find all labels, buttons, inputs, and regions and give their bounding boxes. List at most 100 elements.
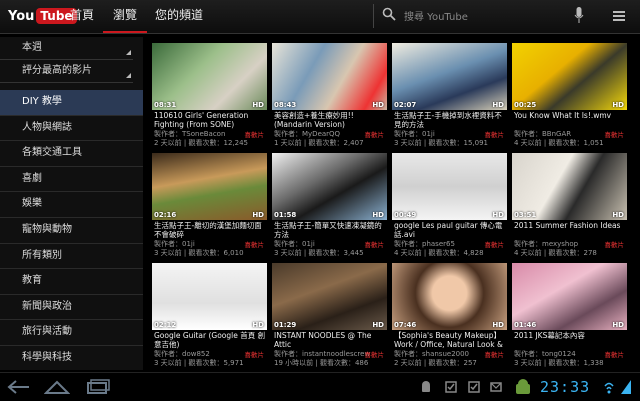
video-title[interactable]: 生活點子王-簡單又快速凍凝鏡的方法 bbox=[274, 221, 387, 239]
video-stats: 19 小時以前 | 觀看次數：486 bbox=[274, 359, 369, 367]
video-thumbnail[interactable]: 01:46 HD bbox=[512, 263, 627, 330]
category-sidebar: 本週 評分最高的影片 DIY 教學 人物與網誌 各類交通工具 喜劇 娛樂 寵物與… bbox=[0, 37, 143, 370]
tab-my-channel[interactable]: 您的頻道 bbox=[145, 0, 213, 31]
video-thumbnail[interactable]: 07:46 HD bbox=[392, 263, 507, 330]
android-notification-icon[interactable] bbox=[420, 381, 432, 393]
video-stats: 3 天以前 | 觀看次數：5,971 bbox=[154, 359, 244, 367]
video-card[interactable]: 02:12 HD Google Guitar (Google 首頁 創意吉他) … bbox=[152, 263, 267, 368]
hd-badge: HD bbox=[372, 321, 384, 329]
download-done-icon-2[interactable] bbox=[468, 381, 480, 393]
tab-home[interactable]: 首頁 bbox=[60, 0, 104, 31]
hd-badge: HD bbox=[492, 101, 504, 109]
video-duration: 03:51 bbox=[514, 211, 537, 219]
hd-badge: HD bbox=[612, 211, 624, 219]
video-title[interactable]: INSTANT NOODLES @ The Attic bbox=[274, 331, 387, 349]
video-duration: 08:31 bbox=[154, 101, 177, 109]
video-card[interactable]: 00:25 HD You Know What It Is!.wmv 製作者：BB… bbox=[512, 43, 627, 148]
video-card[interactable]: 02:07 HD 生活點子王-手機掉到水裡資料不見的方法 製作者：01ji 喜歡… bbox=[392, 43, 507, 148]
category-item[interactable]: 娛樂 bbox=[0, 192, 143, 218]
microphone-icon[interactable] bbox=[574, 7, 584, 25]
video-title[interactable]: google Les paul guitar 傳心電話.avi bbox=[394, 221, 507, 239]
video-thumbnail[interactable]: 01:29 HD bbox=[272, 263, 387, 330]
video-thumbnail[interactable]: 08:31 HD bbox=[152, 43, 267, 110]
video-flag: 喜歡片 bbox=[484, 241, 505, 249]
video-title[interactable]: You Know What It Is!.wmv bbox=[514, 111, 627, 129]
time-filter-label: 本週 bbox=[22, 42, 42, 53]
hd-badge: HD bbox=[252, 211, 264, 219]
category-item[interactable]: DIY 教學 bbox=[0, 90, 143, 116]
hd-badge: HD bbox=[492, 211, 504, 219]
video-thumbnail[interactable]: 02:07 HD bbox=[392, 43, 507, 110]
video-thumbnail[interactable]: 00:25 HD bbox=[512, 43, 627, 110]
search-placeholder: 搜尋 YouTube bbox=[404, 12, 468, 23]
video-card[interactable]: 03:51 HD 2011 Summer Fashion Ideas 製作者：m… bbox=[512, 153, 627, 258]
wifi-icon bbox=[604, 382, 614, 394]
logo-you: You bbox=[8, 8, 35, 24]
search-box[interactable]: 搜尋 YouTube bbox=[373, 4, 604, 28]
video-card[interactable]: 01:46 HD 2011 JKS幕記本內容 製作者：tong0124 喜歡片 … bbox=[512, 263, 627, 368]
video-card[interactable]: 01:58 HD 生活點子王-簡單又快速凍凝鏡的方法 製作者：01ji 喜歡片 … bbox=[272, 153, 387, 258]
category-item[interactable]: 新聞與政治 bbox=[0, 295, 143, 321]
video-card[interactable]: 00:49 HD google Les paul guitar 傳心電話.avi… bbox=[392, 153, 507, 258]
category-item[interactable]: 寵物與動物 bbox=[0, 218, 143, 244]
recent-apps-icon[interactable] bbox=[86, 379, 110, 395]
video-flag: 喜歡片 bbox=[604, 351, 625, 359]
video-duration: 02:07 bbox=[394, 101, 417, 109]
video-duration: 02:16 bbox=[154, 211, 177, 219]
video-thumbnail[interactable]: 03:51 HD bbox=[512, 153, 627, 220]
category-item[interactable]: 旅行與活動 bbox=[0, 320, 143, 346]
video-flag: 喜歡片 bbox=[244, 241, 265, 249]
action-bar: You Tube 首頁 瀏覽 您的頻道 搜尋 YouTube bbox=[0, 0, 640, 34]
video-stats: 3 天以前 | 觀看次數：1,338 bbox=[514, 359, 604, 367]
video-flag: 喜歡片 bbox=[364, 131, 385, 139]
video-thumbnail[interactable]: 00:49 HD bbox=[392, 153, 507, 220]
overflow-menu-icon[interactable] bbox=[612, 9, 626, 23]
video-title[interactable]: Google Guitar (Google 首頁 創意吉他) bbox=[154, 331, 267, 349]
video-thumbnail[interactable]: 02:12 HD bbox=[152, 263, 267, 330]
video-stats: 2 天以前 | 觀看次數：257 bbox=[394, 359, 477, 367]
video-card[interactable]: 08:43 HD 美容創造+養生療妙用!!(Mandarin Version) … bbox=[272, 43, 387, 148]
video-duration: 01:58 bbox=[274, 211, 297, 219]
category-item[interactable]: 所有類別 bbox=[0, 244, 143, 270]
sort-filter-dropdown[interactable]: 評分最高的影片 bbox=[0, 60, 133, 83]
video-thumbnail[interactable]: 02:16 HD bbox=[152, 153, 267, 220]
video-duration: 00:25 bbox=[514, 101, 537, 109]
video-card[interactable]: 01:29 HD INSTANT NOODLES @ The Attic 製作者… bbox=[272, 263, 387, 368]
category-item[interactable]: 人物與網誌 bbox=[0, 116, 143, 142]
hd-badge: HD bbox=[492, 321, 504, 329]
home-icon[interactable] bbox=[44, 379, 70, 395]
sort-filter-label: 評分最高的影片 bbox=[22, 65, 92, 76]
video-title[interactable]: 2011 JKS幕記本內容 bbox=[514, 331, 627, 349]
tab-browse[interactable]: 瀏覽 bbox=[103, 0, 148, 33]
video-card[interactable]: 07:46 HD 【Sophia's Beauty Makeup】Work / … bbox=[392, 263, 507, 368]
video-stats: 4 天以前 | 觀看次數：4,828 bbox=[394, 249, 484, 257]
back-icon[interactable] bbox=[6, 379, 32, 395]
video-title[interactable]: 美容創造+養生療妙用!!(Mandarin Version) bbox=[274, 111, 387, 129]
category-item[interactable]: 科學與科技 bbox=[0, 346, 143, 370]
video-title[interactable]: 110610 Girls' Generation Fighting (From … bbox=[154, 111, 267, 129]
mail-icon[interactable] bbox=[490, 381, 502, 393]
video-stats: 4 天以前 | 觀看次數：1,051 bbox=[514, 139, 604, 147]
download-done-icon[interactable] bbox=[445, 381, 457, 393]
video-duration: 07:46 bbox=[394, 321, 417, 329]
video-card[interactable]: 02:16 HD 生活點子王-離切的漢堡加麵切面不會破碎 製作者：01ji 喜歡… bbox=[152, 153, 267, 258]
video-title[interactable]: 生活點子王-手機掉到水裡資料不見的方法 bbox=[394, 111, 507, 129]
video-thumbnail[interactable]: 08:43 HD bbox=[272, 43, 387, 110]
video-title[interactable]: 2011 Summer Fashion Ideas bbox=[514, 221, 627, 239]
video-flag: 喜歡片 bbox=[484, 351, 505, 359]
video-thumbnail[interactable]: 01:58 HD bbox=[272, 153, 387, 220]
category-item[interactable]: 喜劇 bbox=[0, 167, 143, 193]
video-title[interactable]: 生活點子王-離切的漢堡加麵切面不會破碎 bbox=[154, 221, 267, 239]
time-filter-dropdown[interactable]: 本週 bbox=[0, 37, 133, 60]
category-item[interactable]: 教育 bbox=[0, 269, 143, 295]
video-grid: 08:31 HD 110610 Girls' Generation Fighti… bbox=[150, 41, 640, 371]
video-flag: 喜歡片 bbox=[244, 351, 265, 359]
android-market-icon[interactable] bbox=[514, 379, 532, 395]
video-title[interactable]: 【Sophia's Beauty Makeup】Work / Office, N… bbox=[394, 331, 507, 349]
video-stats: 4 天以前 | 觀看次數：278 bbox=[514, 249, 597, 257]
video-stats: 3 天以前 | 觀看次數：15,091 bbox=[394, 139, 488, 147]
video-flag: 喜歡片 bbox=[604, 241, 625, 249]
video-card[interactable]: 08:31 HD 110610 Girls' Generation Fighti… bbox=[152, 43, 267, 148]
status-clock: 23:33 bbox=[540, 378, 591, 396]
category-item[interactable]: 各類交通工具 bbox=[0, 141, 143, 167]
